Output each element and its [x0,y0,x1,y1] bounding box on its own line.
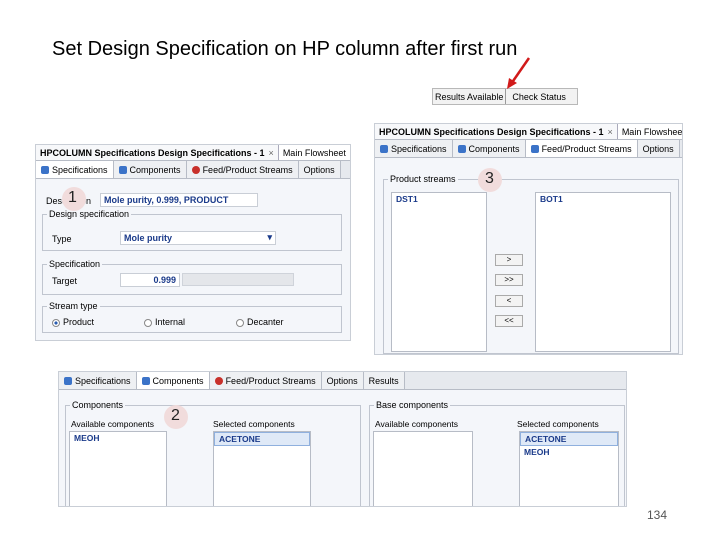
description-input[interactable]: Mole purity, 0.999, PRODUCT [100,193,258,207]
page-number: 134 [647,508,668,522]
error-icon [191,165,200,174]
move-all-left-button[interactable]: << [495,315,523,327]
list-item[interactable]: ACETONE [520,432,618,446]
base-selected-list[interactable]: ACETONE MEOH [519,431,619,506]
radio-internal[interactable]: Internal [144,317,185,327]
chevron-down-icon: ▾ [267,232,272,242]
selected-components-list[interactable]: ACETONE [213,431,311,506]
list-item[interactable]: ACETONE [214,432,310,446]
check-icon [457,144,466,153]
move-right-button[interactable]: > [495,254,523,266]
tab-specifications[interactable]: Specifications [375,140,453,157]
panel1-title-tab[interactable]: HPCOLUMN Specifications Design Specifica… [36,145,279,160]
radio-product[interactable]: Product [52,317,94,327]
tab-options[interactable]: Options [637,140,680,157]
check-icon [64,376,72,385]
panel3-tabs: Specifications Components Feed/Product S… [375,140,682,158]
list-item[interactable]: MEOH [70,432,166,444]
target-label: Target [52,276,78,286]
marker-3: 3 [485,170,494,187]
move-all-right-button[interactable]: >> [495,274,523,286]
components-panel: Specifications Components Feed/Product S… [58,371,627,507]
type-label: Type [52,234,72,244]
main-flowsheet-tab[interactable]: Main Flowsheet× [278,145,351,160]
tab-results[interactable]: Results [363,372,405,389]
close-icon[interactable]: × [350,148,351,158]
list-item[interactable]: BOT1 [536,193,670,205]
close-icon[interactable]: × [269,148,274,158]
feed-product-streams-panel: HPCOLUMN Specifications Design Specifica… [374,123,683,355]
list-item[interactable]: MEOH [520,446,618,458]
tab-feed-product-streams[interactable]: Feed/Product Streams [525,140,638,157]
type-select[interactable]: Mole purity ▾ [120,231,276,245]
marker-2: 2 [171,407,180,424]
check-icon [380,144,388,153]
panel2-tabs: Specifications Components Feed/Product S… [59,372,626,390]
panel3-titlebar: HPCOLUMN Specifications Design Specifica… [375,124,682,140]
red-arrow-icon [507,57,531,89]
available-components-list[interactable]: MEOH [69,431,167,506]
specifications-panel: HPCOLUMN Specifications Design Specifica… [35,144,351,341]
tab-components[interactable]: Components [452,140,526,157]
tab-feed-product-streams[interactable]: Feed/Product Streams [186,161,299,178]
tab-feed-product-streams[interactable]: Feed/Product Streams [209,372,322,389]
slide-title: Set Design Specification on HP column af… [52,38,518,60]
check-status-button[interactable]: Check Status [506,92,572,102]
radio-icon [144,318,152,327]
results-status-bar: Results Available Check Status [432,88,578,105]
radio-icon [236,318,244,327]
check-icon [530,144,539,153]
panel3-title-tab[interactable]: HPCOLUMN Specifications Design Specifica… [375,124,618,139]
base-available-list[interactable] [373,431,473,506]
check-icon [41,165,49,174]
error-icon [214,376,223,385]
units-field[interactable] [182,273,294,286]
tab-specifications[interactable]: Specifications [59,372,137,389]
selected-components-label: Selected components [213,419,295,429]
panel1-tabs: Specifications Components Feed/Product S… [36,161,350,179]
radio-decanter[interactable]: Decanter [236,317,284,327]
main-flowsheet-tab[interactable]: Main Flowsheet [617,124,682,139]
tab-components[interactable]: Components [113,161,187,178]
move-left-button[interactable]: < [495,295,523,307]
close-icon[interactable]: × [608,127,613,137]
radio-icon [52,318,60,327]
tab-components[interactable]: Components [136,372,210,389]
results-available-label: Results Available [433,89,507,104]
check-icon [118,165,127,174]
available-components-label: Available components [71,419,155,429]
base-available-label: Available components [375,419,459,429]
target-input[interactable]: 0.999 [120,273,180,287]
selected-streams-list[interactable]: BOT1 [535,192,671,352]
list-item[interactable]: DST1 [392,193,486,205]
panel1-titlebar: HPCOLUMN Specifications Design Specifica… [36,145,350,161]
tab-specifications[interactable]: Specifications [36,161,114,178]
base-selected-label: Selected components [517,419,599,429]
check-icon [141,376,150,385]
marker-1: 1 [68,189,77,206]
tab-options[interactable]: Options [298,161,341,178]
tab-options[interactable]: Options [321,372,364,389]
available-streams-list[interactable]: DST1 [391,192,487,352]
